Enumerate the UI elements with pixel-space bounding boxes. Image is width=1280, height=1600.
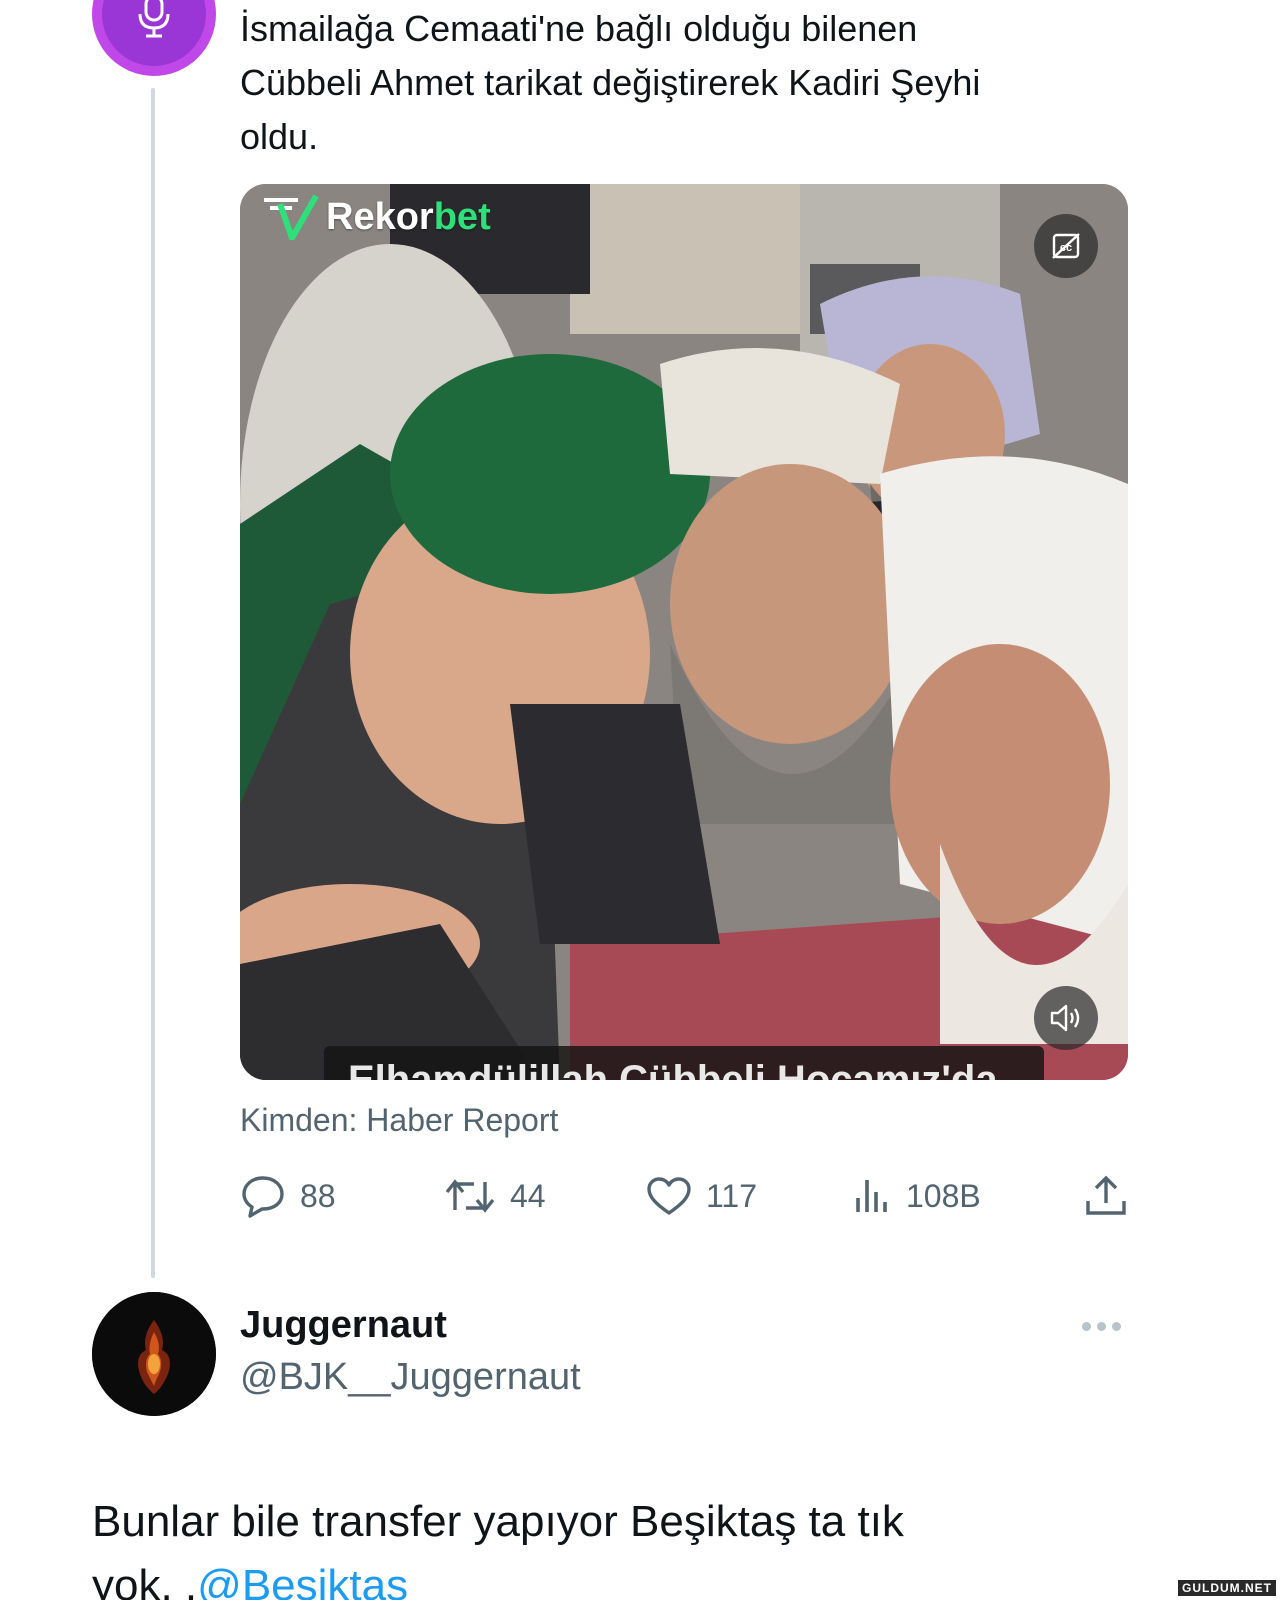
like-count: 117 bbox=[706, 1177, 758, 1214]
rekorbet-logo-icon bbox=[264, 194, 319, 240]
views-count: 108B bbox=[906, 1177, 981, 1214]
author-handle[interactable]: @BJK__Juggernaut bbox=[240, 1356, 581, 1399]
watermark-text: Rekor bbox=[326, 195, 434, 238]
watermark-text-accent: bet bbox=[433, 195, 491, 238]
retweet-icon bbox=[445, 1179, 495, 1213]
author-name[interactable]: Juggernaut bbox=[240, 1304, 447, 1347]
avatar-spaces[interactable] bbox=[92, 0, 216, 76]
thread-line bbox=[151, 88, 155, 1278]
volume-icon bbox=[1050, 1004, 1080, 1032]
more-dot bbox=[1112, 1322, 1121, 1331]
video-player[interactable]: Rekor bet cc Elhamdülillah Cübbeli Hocamı… bbox=[240, 184, 1128, 1080]
captions-icon: cc bbox=[1052, 233, 1080, 259]
svg-text:cc: cc bbox=[1060, 242, 1072, 254]
more-dot bbox=[1082, 1322, 1091, 1331]
reply-text-line: yok. .@Besiktas bbox=[92, 1554, 1092, 1600]
avatar-image bbox=[92, 1292, 216, 1416]
reply-text: Bunlar bile transfer yapıyor Beşiktaş ta… bbox=[92, 1490, 1092, 1600]
captions-button[interactable]: cc bbox=[1034, 214, 1098, 278]
more-icon[interactable] bbox=[1082, 1322, 1121, 1331]
retweet-button[interactable]: 44 bbox=[444, 1176, 646, 1216]
tweet-text: İsmailağa Cemaati'ne bağlı olduğu bilene… bbox=[240, 2, 1140, 164]
share-icon bbox=[1086, 1175, 1126, 1215]
volume-button[interactable] bbox=[1034, 986, 1098, 1050]
reply-button[interactable]: 88 bbox=[240, 1174, 444, 1218]
reply-count: 88 bbox=[300, 1177, 336, 1214]
site-watermark: GULDUM.NET bbox=[1178, 1580, 1276, 1596]
like-button[interactable]: 117 bbox=[646, 1176, 852, 1216]
like-icon bbox=[647, 1177, 691, 1215]
avatar[interactable] bbox=[92, 1292, 216, 1416]
tweet-text-line: Cübbeli Ahmet tarikat değiştirerek Kadir… bbox=[240, 62, 981, 103]
tweet-actions: 88 44 117 108B bbox=[240, 1168, 1128, 1224]
video-subtitle: Elhamdülillah Cübbeli Hocamız'da bbox=[324, 1046, 1044, 1080]
share-button[interactable] bbox=[1084, 1175, 1128, 1217]
tweet-text-line: oldu. bbox=[240, 116, 319, 157]
tweet-text-line: İsmailağa Cemaati'ne bağlı olduğu bilene… bbox=[240, 8, 918, 49]
more-dot bbox=[1097, 1322, 1106, 1331]
views-button[interactable]: 108B bbox=[852, 1176, 1082, 1216]
reply-text-tail: yok. . bbox=[92, 1561, 198, 1600]
source-label[interactable]: Kimden: Haber Report bbox=[240, 1102, 558, 1139]
views-icon bbox=[856, 1180, 887, 1212]
retweet-count: 44 bbox=[510, 1177, 546, 1214]
video-frame bbox=[240, 184, 1128, 1080]
microphone-icon bbox=[102, 0, 206, 66]
mention-link[interactable]: @Besiktas bbox=[197, 1561, 408, 1600]
reply-icon bbox=[242, 1176, 284, 1218]
video-watermark: Rekor bet bbox=[262, 194, 491, 240]
video-subtitle-text: Elhamdülillah Cübbeli Hocamız'da bbox=[348, 1058, 998, 1080]
reply-text-line: Bunlar bile transfer yapıyor Beşiktaş ta… bbox=[92, 1497, 904, 1546]
